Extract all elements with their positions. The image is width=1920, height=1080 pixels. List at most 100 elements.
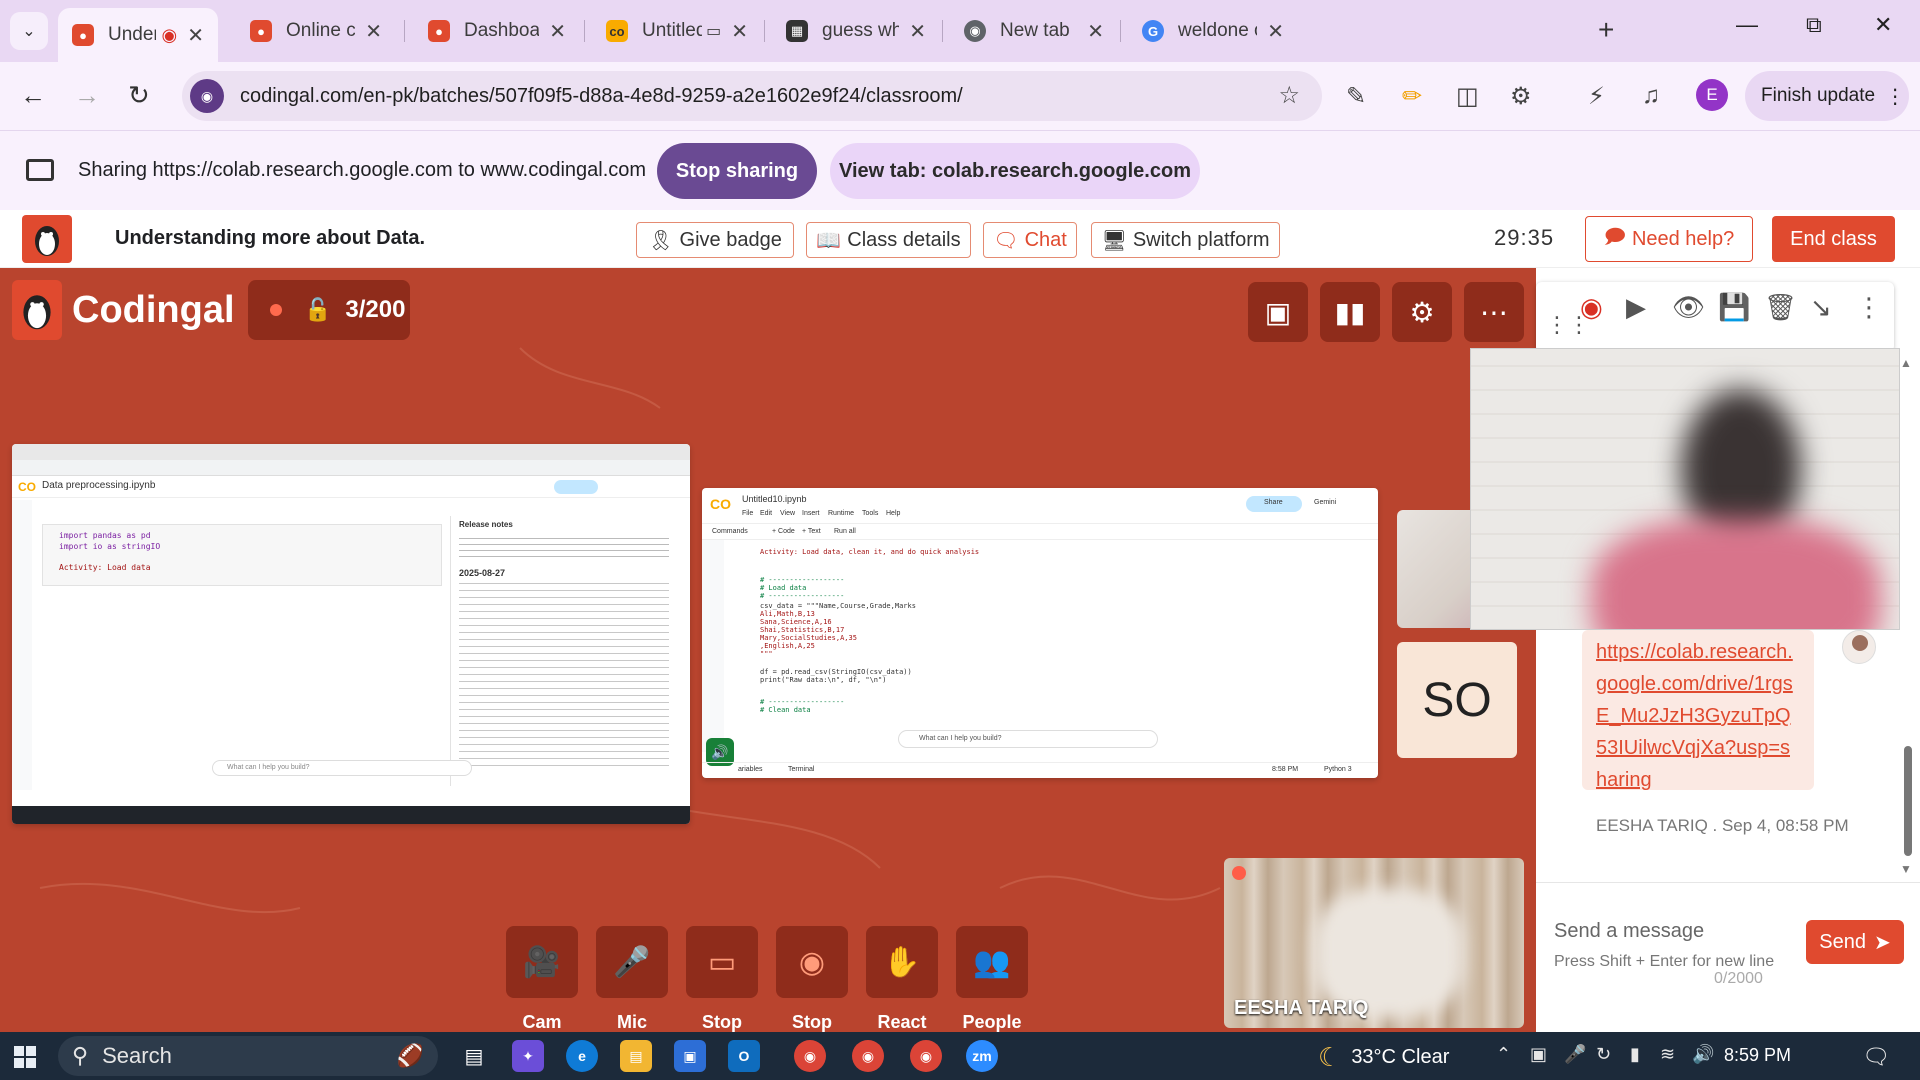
close-tab-icon[interactable]: ✕	[365, 19, 382, 44]
volume-icon[interactable]: 🔊	[1692, 1044, 1714, 1065]
class-details-button[interactable]: 📖 Class details	[806, 222, 971, 258]
minimize-icon[interactable]: —	[1736, 12, 1758, 38]
view-tab-button[interactable]: View tab: colab.research.google.com	[830, 143, 1200, 199]
tab-understanding[interactable]: ● Understan ◉ ✕	[58, 8, 218, 62]
taskbar-search[interactable]: ⚲ Search 🏈	[58, 1036, 438, 1076]
chrome-app-icon[interactable]: ◉	[794, 1040, 826, 1072]
people-button[interactable]: 👥 People	[956, 926, 1028, 1032]
close-tab-icon[interactable]: ✕	[909, 19, 926, 44]
site-info-icon[interactable]: ◉	[190, 79, 224, 113]
trash-icon[interactable]: 🗑	[1764, 292, 1797, 323]
pencil-extension-icon[interactable]: ✏	[1402, 82, 1422, 111]
close-tab-icon[interactable]: ✕	[731, 19, 748, 44]
performance-icon[interactable]: ⚡	[1588, 82, 1605, 111]
screen-share-icon	[26, 159, 54, 181]
annotate-extension-icon[interactable]: ✎	[1346, 82, 1366, 111]
media-control-icon[interactable]: ♫	[1642, 82, 1660, 110]
bookmark-extension-icon[interactable]: ◫	[1456, 82, 1479, 111]
cam-button[interactable]: 🎥 Cam	[506, 926, 578, 1032]
teacher-video-pip[interactable]	[1470, 348, 1900, 630]
finish-update-button[interactable]: Finish update ⋮	[1745, 71, 1909, 121]
react-button[interactable]: ✋ React	[866, 926, 938, 1032]
sync-tray-icon[interactable]: ↻	[1596, 1044, 1611, 1065]
mic-tray-icon[interactable]: 🎤	[1564, 1044, 1586, 1065]
chat-button[interactable]: 🗨 Chat	[983, 222, 1077, 258]
stop-sharing-button[interactable]: Stop sharing	[657, 143, 817, 199]
weather-widget[interactable]: ☾ 33°C Clear	[1318, 1042, 1449, 1073]
save-icon[interactable]: 💾	[1718, 292, 1750, 323]
edge-app-icon[interactable]: e	[566, 1040, 598, 1072]
windows-start-icon[interactable]	[14, 1046, 36, 1068]
close-tab-icon[interactable]: ✕	[187, 23, 204, 48]
give-badge-button[interactable]: 🎗 Give badge	[636, 222, 794, 258]
scroll-up-icon[interactable]: ▲	[1900, 356, 1912, 370]
tray-chevron-icon[interactable]: ⌃	[1496, 1044, 1511, 1065]
chat-scroll-thumb[interactable]	[1904, 746, 1912, 856]
stats-button[interactable]: ▮▮	[1320, 282, 1380, 342]
wifi-icon[interactable]: ≋	[1660, 1044, 1675, 1065]
shared-screen-1[interactable]: CO Data preprocessing.ipynb import panda…	[12, 444, 690, 824]
more-vert-icon[interactable]: ⋮	[1856, 292, 1882, 323]
tab-new-tab[interactable]: ◉ New tab ✕	[950, 10, 1118, 52]
zoom-app-icon[interactable]: zm	[966, 1040, 998, 1072]
annotation-toolbar: ⋮⋮ ◉ ▶ 👁 💾 🗑 ↘ ⋮	[1536, 282, 1894, 352]
scroll-down-icon[interactable]: ▼	[1900, 862, 1912, 876]
profile-avatar[interactable]: E	[1696, 79, 1728, 111]
file-explorer-icon[interactable]: ▤	[620, 1040, 652, 1072]
menu-insert: Insert	[802, 510, 820, 517]
eye-icon[interactable]: 👁	[1672, 292, 1705, 323]
restore-icon[interactable]: ⧉	[1806, 12, 1822, 38]
taskbar-clock[interactable]: 8:59 PM	[1724, 1045, 1791, 1066]
panel-title: Release notes	[459, 520, 513, 529]
eesha-video-tile[interactable]: EESHA TARIQ	[1224, 858, 1524, 1028]
extensions-puzzle-icon[interactable]: ⚙	[1510, 82, 1532, 111]
back-arrow-icon[interactable]: ←	[20, 80, 46, 111]
collapse-icon[interactable]: ↘	[1810, 292, 1832, 323]
shared-screen-2[interactable]: CO Untitled10.ipynb File Edit View Inser…	[702, 488, 1378, 778]
video-icon[interactable]: ▶	[1626, 292, 1646, 323]
layout-toggle-button[interactable]: ▣	[1248, 282, 1308, 342]
settings-button[interactable]: ⚙	[1392, 282, 1452, 342]
need-help-button[interactable]: 🗩 Need help?	[1585, 216, 1753, 262]
notification-icon[interactable]: 🗨	[1862, 1044, 1890, 1070]
close-tab-icon[interactable]: ✕	[549, 19, 566, 44]
recording-dot-icon	[1232, 866, 1246, 880]
reload-icon[interactable]: ↻	[128, 80, 150, 111]
copilot-app-icon[interactable]: ✦	[512, 1040, 544, 1072]
more-options-button[interactable]: ⋯	[1464, 282, 1524, 342]
tab-guess-who[interactable]: ▦ guess who - A ✕	[772, 10, 940, 52]
mic-button[interactable]: 🎤 Mic	[596, 926, 668, 1032]
window-close-icon[interactable]: ✕	[1874, 12, 1892, 38]
code-line: Activity: Load data, clean it, and do qu…	[760, 548, 980, 556]
forward-arrow-icon[interactable]: →	[74, 80, 100, 111]
moon-icon: ☾	[1318, 1042, 1342, 1072]
task-view-icon[interactable]: ▤	[458, 1040, 490, 1072]
chrome-profile-app-icon[interactable]: ◉	[852, 1040, 884, 1072]
message-input[interactable]: Send a message	[1554, 920, 1780, 943]
tab-search-button[interactable]: ⌄	[10, 12, 48, 50]
chat-message-link[interactable]: https://colab.research.google.com/drive/…	[1596, 636, 1796, 796]
new-tab-plus-icon[interactable]: +	[1598, 14, 1614, 46]
switch-platform-button[interactable]: 🖥 Switch platform	[1091, 222, 1280, 258]
participant-initials-tile[interactable]: SO	[1397, 642, 1517, 758]
record-icon[interactable]: ◉	[1580, 292, 1603, 323]
battery-icon[interactable]: ▮	[1630, 1044, 1640, 1065]
send-button[interactable]: Send ➤	[1806, 920, 1904, 964]
chrome-profile2-app-icon[interactable]: ◉	[910, 1040, 942, 1072]
url-text[interactable]: codingal.com/en-pk/batches/507f09f5-d88a…	[240, 85, 963, 108]
tab-untitled10[interactable]: co Untitled10 ▭ ✕	[592, 10, 762, 52]
stop-record-label: Stop	[792, 1012, 832, 1032]
store-app-icon[interactable]: ▣	[674, 1040, 706, 1072]
end-class-button[interactable]: End class	[1772, 216, 1895, 262]
stop-record-button[interactable]: ◉ Stop	[776, 926, 848, 1032]
stop-share-button[interactable]: ▭ Stop	[686, 926, 758, 1032]
tab-dashboard[interactable]: ● Dashboard | C ✕	[414, 10, 580, 52]
omnibox[interactable]: ◉ codingal.com/en-pk/batches/507f09f5-d8…	[182, 71, 1322, 121]
tab-weldone[interactable]: G weldone or w ✕	[1128, 10, 1298, 52]
bookmark-star-icon[interactable]: ☆	[1278, 81, 1300, 110]
outlook-app-icon[interactable]: O	[728, 1040, 760, 1072]
tab-online-coding[interactable]: ● Online coding ✕	[236, 10, 396, 52]
camera-tray-icon[interactable]: ▣	[1530, 1044, 1547, 1065]
close-tab-icon[interactable]: ✕	[1267, 19, 1284, 44]
close-tab-icon[interactable]: ✕	[1087, 19, 1104, 44]
